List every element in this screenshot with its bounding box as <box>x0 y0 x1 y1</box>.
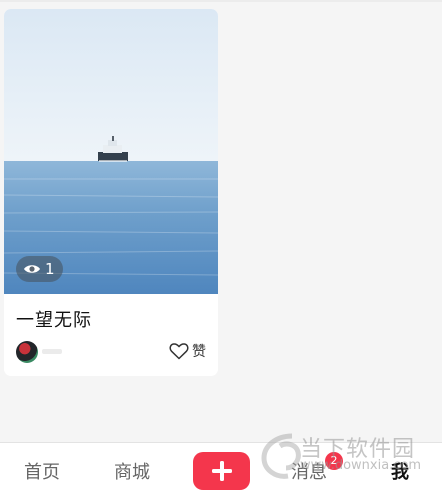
create-post-button[interactable] <box>193 452 250 490</box>
heart-outline-icon <box>169 343 189 360</box>
post-title[interactable]: 一望无际 <box>16 306 92 332</box>
view-count: 1 <box>45 260 55 278</box>
post-card[interactable]: 1 一望无际 赞 <box>4 9 218 376</box>
tab-shop[interactable]: 商城 <box>104 443 160 498</box>
tab-home[interactable]: 首页 <box>14 443 70 498</box>
tab-messages[interactable]: 消息 <box>281 443 337 498</box>
like-label: 赞 <box>192 344 206 360</box>
eye-icon <box>24 265 40 273</box>
author-name-placeholder[interactable] <box>42 349 62 354</box>
messages-unread-badge: 2 <box>325 452 343 470</box>
like-button[interactable]: 赞 <box>169 341 206 361</box>
plus-icon <box>211 461 232 481</box>
tab-me[interactable]: 我 <box>372 443 428 498</box>
bottom-tab-bar: 首页 商城 消息 2 我 <box>0 442 442 498</box>
top-divider <box>0 0 442 2</box>
post-image <box>4 9 218 294</box>
view-count-badge: 1 <box>16 256 63 282</box>
author-avatar[interactable] <box>16 341 38 363</box>
